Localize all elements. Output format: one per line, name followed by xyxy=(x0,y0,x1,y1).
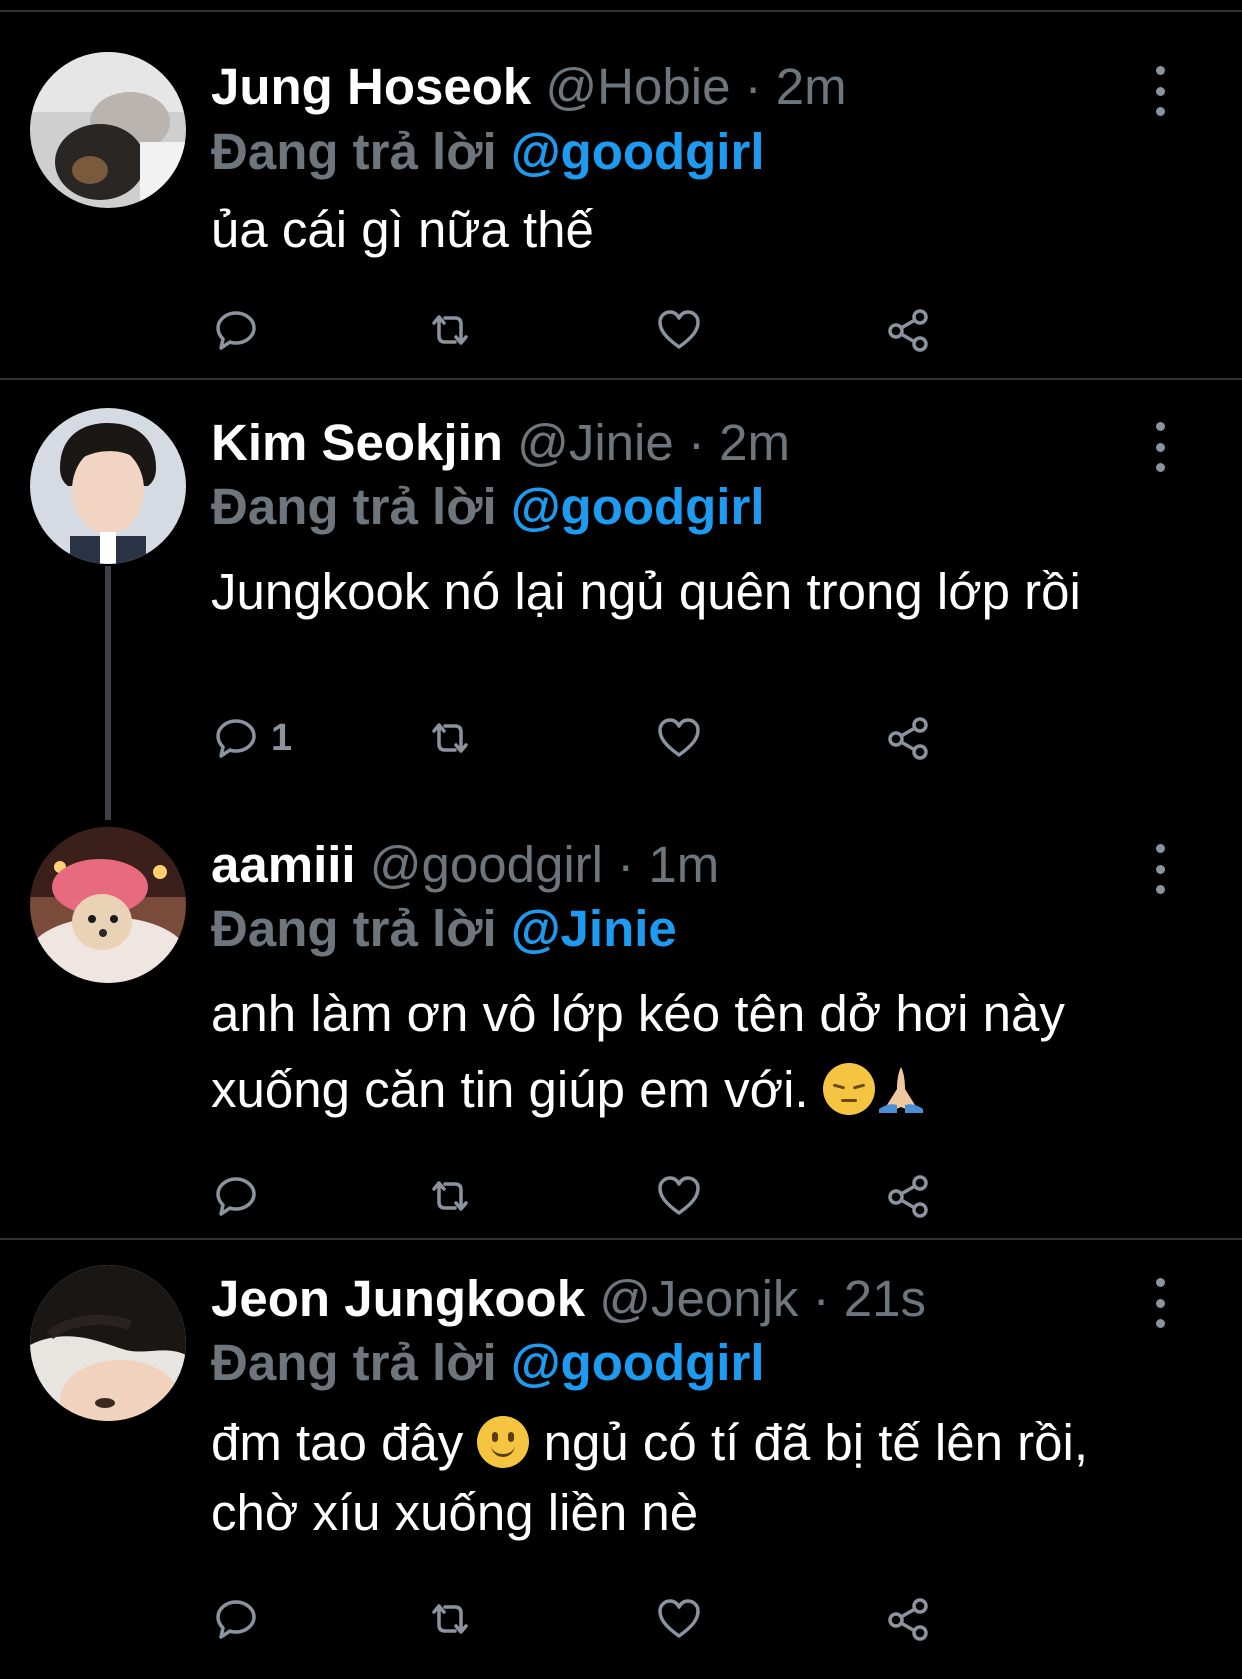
handle[interactable]: @Jinie xyxy=(517,414,674,471)
tweet-text: đm tao đây ngủ có tí đã bị tế lên rồi, c… xyxy=(211,1408,1151,1548)
heart-icon xyxy=(658,718,700,757)
tweet-actions: 1 xyxy=(211,710,1111,766)
more-icon[interactable] xyxy=(1148,422,1172,472)
replying-to: Đang trả lời @Jinie xyxy=(211,897,677,961)
tweet-header: Kim Seokjin @Jinie · 2m xyxy=(211,411,790,475)
reply-icon xyxy=(216,311,256,350)
tweet-header: Jung Hoseok @Hobie · 2m xyxy=(211,55,847,119)
reply-button[interactable] xyxy=(211,1168,271,1224)
mention-link[interactable]: @Jinie xyxy=(511,900,677,957)
separator: · xyxy=(744,58,762,115)
timestamp[interactable]: 1m xyxy=(648,836,719,893)
separator: · xyxy=(617,836,635,893)
share-icon xyxy=(888,717,928,760)
retweet-button[interactable] xyxy=(425,710,475,766)
tweet-card[interactable]: aamiii @goodgirl · 1m Đang trả lời @Jini… xyxy=(0,820,1242,1238)
tweet-actions xyxy=(211,1168,1111,1224)
thread-connector xyxy=(105,566,111,820)
avatar[interactable] xyxy=(30,408,186,564)
share-icon xyxy=(888,309,928,352)
mention-link[interactable]: @goodgirl xyxy=(511,123,765,180)
display-name[interactable]: Jeon Jungkook xyxy=(211,1270,585,1327)
like-button[interactable] xyxy=(654,1168,704,1224)
handle[interactable]: @goodgirl xyxy=(370,836,603,893)
pensive-face-emoji xyxy=(822,1063,875,1115)
tweet-text: ủa cái gì nữa thế xyxy=(211,201,594,258)
avatar[interactable] xyxy=(30,52,186,208)
timestamp[interactable]: 2m xyxy=(719,414,790,471)
replying-to-label: Đang trả lời xyxy=(211,1334,497,1391)
avatar[interactable] xyxy=(30,1265,186,1421)
slightly-smiling-face-emoji xyxy=(477,1416,530,1468)
tweet-text: Jungkook nó lại ngủ quên trong lớp rồi xyxy=(211,563,1081,620)
retweet-button[interactable] xyxy=(425,302,475,358)
replying-to-label: Đang trả lời xyxy=(211,123,497,180)
reply-count: 1 xyxy=(271,716,293,759)
reply-icon xyxy=(216,1600,256,1639)
tweet-card[interactable]: Jeon Jungkook @Jeonjk · 21s Đang trả lời… xyxy=(0,1240,1242,1679)
share-button[interactable] xyxy=(884,302,934,358)
reply-button[interactable] xyxy=(211,302,271,358)
avatar[interactable] xyxy=(30,827,186,983)
separator: · xyxy=(687,414,705,471)
replying-to: Đang trả lời @goodgirl xyxy=(211,475,765,539)
retweet-icon xyxy=(432,315,468,345)
tweet-text-content: anh làm ơn vô lớp kéo tên dở hơi này xuố… xyxy=(211,985,1065,1118)
share-button[interactable] xyxy=(884,710,934,766)
more-icon[interactable] xyxy=(1148,66,1172,116)
like-button[interactable] xyxy=(654,710,704,766)
more-icon[interactable] xyxy=(1148,1278,1172,1328)
retweet-button[interactable] xyxy=(425,1591,475,1647)
tweet-card[interactable]: Jung Hoseok @Hobie · 2m Đang trả lời @go… xyxy=(0,12,1242,378)
tweet-text: anh làm ơn vô lớp kéo tên dở hơi này xuố… xyxy=(211,976,1111,1128)
display-name[interactable]: Kim Seokjin xyxy=(211,414,503,471)
reply-icon xyxy=(216,1177,256,1216)
display-name[interactable]: Jung Hoseok xyxy=(211,58,531,115)
handle[interactable]: @Hobie xyxy=(545,58,730,115)
tweet-card[interactable]: Kim Seokjin @Jinie · 2m Đang trả lời @go… xyxy=(0,380,1242,820)
share-icon xyxy=(888,1175,928,1218)
like-button[interactable] xyxy=(654,302,704,358)
heart-icon xyxy=(658,310,700,349)
timestamp[interactable]: 2m xyxy=(776,58,847,115)
replying-to: Đang trả lời @goodgirl xyxy=(211,120,765,184)
replying-to: Đang trả lời @goodgirl xyxy=(211,1331,765,1395)
retweet-icon xyxy=(432,723,468,753)
share-button[interactable] xyxy=(884,1591,934,1647)
like-button[interactable] xyxy=(654,1591,704,1647)
reply-button[interactable]: 1 xyxy=(211,710,292,766)
display-name[interactable]: aamiii xyxy=(211,836,356,893)
folded-hands-emoji xyxy=(875,1060,927,1113)
reply-button[interactable] xyxy=(211,1591,271,1647)
tweet-text-content: đm tao đây xyxy=(211,1414,464,1471)
share-button[interactable] xyxy=(884,1168,934,1224)
tweet-actions xyxy=(211,302,1111,358)
retweet-icon xyxy=(432,1181,468,1211)
replying-to-label: Đang trả lời xyxy=(211,478,497,535)
more-icon[interactable] xyxy=(1148,844,1172,894)
heart-icon xyxy=(658,1599,700,1638)
separator: · xyxy=(812,1270,830,1327)
retweet-icon xyxy=(432,1604,468,1634)
mention-link[interactable]: @goodgirl xyxy=(511,478,765,535)
mention-link[interactable]: @goodgirl xyxy=(511,1334,765,1391)
tweet-actions xyxy=(211,1591,1111,1647)
replying-to-label: Đang trả lời xyxy=(211,900,497,957)
timestamp[interactable]: 21s xyxy=(844,1270,926,1327)
retweet-button[interactable] xyxy=(425,1168,475,1224)
share-icon xyxy=(888,1598,928,1641)
handle[interactable]: @Jeonjk xyxy=(599,1270,798,1327)
tweet-header: Jeon Jungkook @Jeonjk · 21s xyxy=(211,1267,926,1331)
heart-icon xyxy=(658,1176,700,1215)
reply-icon xyxy=(216,719,256,758)
tweet-header: aamiii @goodgirl · 1m xyxy=(211,833,719,897)
